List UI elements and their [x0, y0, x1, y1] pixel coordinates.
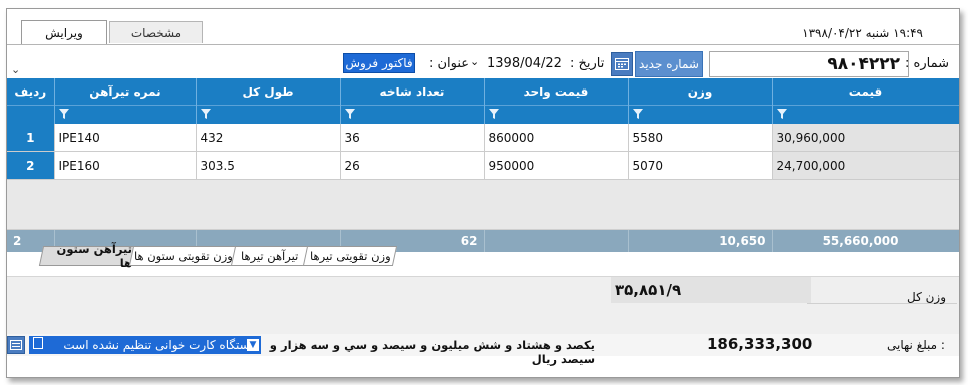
length-cell[interactable]: 432 [196, 124, 341, 152]
calendar-icon[interactable] [611, 52, 633, 76]
filter-cell [7, 105, 55, 124]
filter-icon[interactable] [484, 105, 629, 124]
weight-cell[interactable]: 5580 [628, 124, 773, 152]
subtab-bar: تیرآهن ستون ها وزن تقویتی ستون ها تیرآهن… [7, 242, 959, 270]
subtab-column-beams[interactable]: تیرآهن ستون ها [38, 242, 136, 270]
chevron-down-icon[interactable]: ▼ [247, 339, 259, 351]
subtab-beam-steel[interactable]: تیرآهن تیرها [230, 246, 310, 266]
table-row[interactable]: 2 IPE160 303.5 26 950000 5070 24,700,000 [7, 151, 959, 180]
count-cell[interactable]: 26 [340, 151, 485, 180]
unit-price-cell[interactable]: 950000 [484, 151, 629, 180]
footer-bar: دستگاه کارت خوانی تنظیم نشده است ▼ یکصد … [7, 334, 959, 366]
column-header-length[interactable]: طول کل [196, 78, 341, 106]
table-row[interactable]: 1 IPE140 432 36 860000 5580 30,960,000 [7, 124, 959, 152]
top-bar: ویرایش مشخصات ۱۹:۴۹ شنبه ۱۳۹۸/۰۴/۲۲ [7, 9, 959, 47]
datetime-display: ۱۹:۴۹ شنبه ۱۳۹۸/۰۴/۲۲ [802, 26, 923, 40]
subtab-beam-reinforcement[interactable]: وزن تقویتی تیرها [302, 246, 398, 266]
invoice-window: ویرایش مشخصات ۱۹:۴۹ شنبه ۱۳۹۸/۰۴/۲۲ شمار… [6, 8, 960, 378]
weight-panel: ۳۵,۸۵۱/۹ وزن کل [7, 276, 959, 337]
final-amount-label: : مبلغ نهایی [887, 338, 945, 352]
settings-icon[interactable] [7, 336, 25, 354]
final-amount-value: 186,333,300 [707, 335, 813, 353]
form-row: شماره : ۹۸۰۴۲۲۲ شماره جدید تاریخ : 1398/… [7, 51, 959, 79]
price-cell: 30,960,000 [772, 124, 959, 152]
filter-icon[interactable] [340, 105, 485, 124]
title-label: عنوان : [429, 56, 470, 71]
count-cell[interactable]: 36 [340, 124, 485, 152]
tab-details[interactable]: مشخصات [109, 21, 203, 43]
date-label: تاریخ : [570, 56, 605, 71]
new-number-button[interactable]: شماره جدید [635, 51, 703, 77]
row-number: 2 [7, 151, 55, 180]
weight-cell[interactable]: 5070 [628, 151, 773, 180]
row-number: 1 [7, 124, 55, 152]
chevron-down-icon[interactable]: ⌄ [470, 55, 479, 68]
grid-empty-area [7, 179, 959, 230]
date-field[interactable]: 1398/04/22 [487, 56, 562, 71]
total-weight-value: ۳۵,۸۵۱/۹ [611, 277, 811, 303]
title-select[interactable]: فاکتور فروش [343, 53, 415, 73]
column-header-row[interactable]: ردیف [7, 78, 55, 106]
column-header-weight[interactable]: وزن [628, 78, 773, 106]
filter-icon[interactable] [54, 105, 197, 124]
profile-cell[interactable]: IPE160 [54, 151, 197, 180]
filter-icon[interactable] [196, 105, 341, 124]
length-cell[interactable]: 303.5 [196, 151, 341, 180]
column-header-count[interactable]: تعداد شاخه [340, 78, 485, 106]
column-header-profile[interactable]: نمره تیرآهن [54, 78, 197, 106]
filter-icon[interactable] [628, 105, 773, 124]
price-cell: 24,700,000 [772, 151, 959, 180]
tab-edit[interactable]: ویرایش [21, 20, 107, 45]
column-header-unit-price[interactable]: قیمت واحد [484, 78, 629, 106]
card-reader-icon [33, 337, 43, 349]
subtab-column-reinforcement[interactable]: وزن تقویتی ستون ها [128, 246, 238, 266]
profile-cell[interactable]: IPE140 [54, 124, 197, 152]
tab-divider [7, 44, 959, 45]
column-header-price[interactable]: قیمت [772, 78, 959, 106]
filter-icon[interactable] [772, 105, 959, 124]
number-label: شماره : [905, 56, 949, 71]
unit-price-cell[interactable]: 860000 [484, 124, 629, 152]
number-input[interactable]: ۹۸۰۴۲۲۲ [709, 51, 909, 77]
chevron-down-icon[interactable]: ⌄ [11, 63, 20, 76]
card-reader-status[interactable]: دستگاه کارت خوانی تنظیم نشده است [29, 336, 261, 354]
amount-in-words: یکصد و هشتاد و شش میلیون و سیصد و سي و س… [269, 338, 595, 366]
total-weight-label: وزن کل [907, 290, 947, 304]
items-grid: ردیف نمره تیرآهن طول کل تعداد شاخه قیمت … [7, 78, 959, 252]
